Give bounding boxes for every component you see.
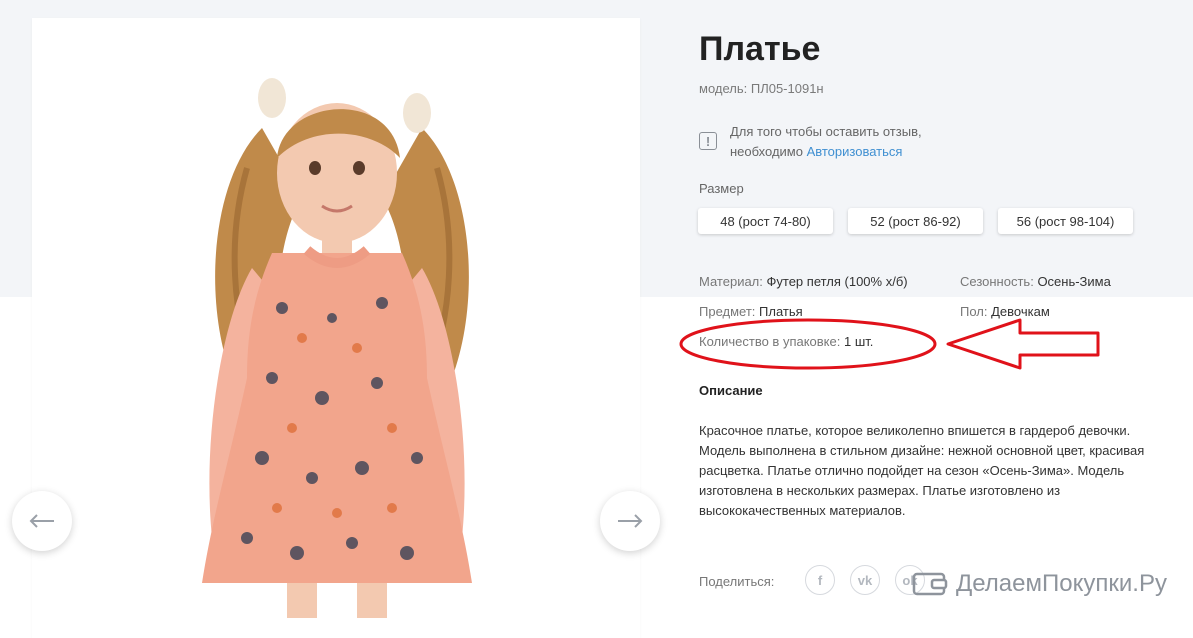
property-key: Количество в упаковке: xyxy=(699,334,841,349)
share-facebook-button[interactable]: f xyxy=(805,565,835,595)
property-value: Девочкам xyxy=(991,304,1050,319)
property-value: 1 шт. xyxy=(843,334,874,349)
size-option-52[interactable]: 52 (рост 86-92) xyxy=(848,208,983,234)
property-material: Материал: Футер петля (100% х/б) xyxy=(699,274,908,289)
login-link[interactable]: Авторизоваться xyxy=(807,144,903,159)
share-label: Поделиться: xyxy=(699,574,775,589)
wallet-icon xyxy=(912,572,948,596)
site-watermark: ДелаемПокупки.Ру xyxy=(912,570,1167,598)
property-value: Футер петля (100% х/б) xyxy=(766,274,908,289)
review-notice-line2: необходимо xyxy=(730,144,807,159)
property-season: Сезонность: Осень-Зима xyxy=(960,274,1111,289)
review-notice-text: Для того чтобы оставить отзыв, необходим… xyxy=(730,122,922,162)
gallery-prev-button[interactable] xyxy=(12,491,72,551)
property-quantity: Количество в упаковке: 1 шт. xyxy=(699,334,873,349)
description-text: Красочное платье, которое великолепно вп… xyxy=(699,423,1145,518)
arrow-left-icon xyxy=(29,514,54,528)
property-value: Осень-Зима xyxy=(1037,274,1111,289)
share-vk-button[interactable]: vk xyxy=(850,565,880,595)
property-subject: Предмет: Платья xyxy=(699,304,803,319)
size-label: Размер xyxy=(699,181,744,196)
property-key: Предмет: xyxy=(699,304,756,319)
property-key: Материал: xyxy=(699,274,763,289)
property-value: Платья xyxy=(759,304,803,319)
product-photo-card xyxy=(32,18,640,638)
size-option-48[interactable]: 48 (рост 74-80) xyxy=(698,208,833,234)
property-key: Пол: xyxy=(960,304,988,319)
arrow-right-icon xyxy=(618,514,643,528)
exclamation-icon: ! xyxy=(699,132,717,150)
gallery-next-button[interactable] xyxy=(600,491,660,551)
description-title: Описание xyxy=(699,383,763,398)
property-gender: Пол: Девочкам xyxy=(960,304,1050,319)
product-model: модель: ПЛ05-1091н xyxy=(699,81,824,96)
arrow-left-icon xyxy=(946,318,1100,370)
facebook-icon: f xyxy=(817,572,823,588)
review-notice: ! Для того чтобы оставить отзыв, необход… xyxy=(699,118,954,168)
property-key: Сезонность: xyxy=(960,274,1034,289)
product-title: Платье xyxy=(699,30,821,68)
size-option-56[interactable]: 56 (рост 98-104) xyxy=(998,208,1133,234)
review-notice-line1: Для того чтобы оставить отзыв, xyxy=(730,124,922,139)
product-photo xyxy=(202,78,472,623)
watermark-text: ДелаемПокупки.Ру xyxy=(956,570,1167,597)
vk-icon: vk xyxy=(857,572,873,588)
